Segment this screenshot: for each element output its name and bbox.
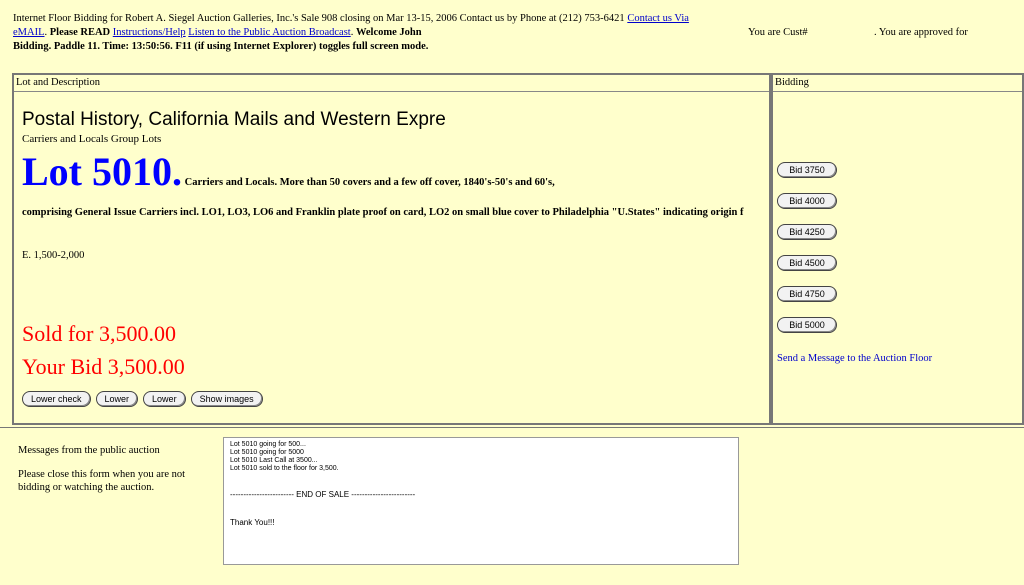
bid-button[interactable]: Bid 3750 bbox=[777, 162, 837, 178]
messages-heading: Messages from the public auction bbox=[18, 445, 160, 456]
messages-panel-label: Messages from the public auction Please … bbox=[18, 444, 208, 494]
close-form-note: Please close this form when you are not … bbox=[18, 469, 186, 493]
bid-button[interactable]: Bid 5000 bbox=[777, 317, 837, 333]
lot-estimate: E. 1,500-2,000 bbox=[22, 250, 85, 261]
lot-button-row: Lower check Lower Lower Show images bbox=[22, 391, 263, 407]
auction-messages-box[interactable]: Lot 5010 going for 500... Lot 5010 going… bbox=[223, 437, 739, 565]
message-line: Lot 5010 sold to the floor for 3,500. bbox=[230, 465, 339, 472]
message-line: Lot 5010 going for 500... bbox=[230, 441, 306, 448]
lower-check-button[interactable]: Lower check bbox=[22, 391, 91, 407]
lot-subtitle: Carriers and Locals Group Lots bbox=[22, 133, 162, 145]
message-line: Lot 5010 Last Call at 3500... bbox=[230, 457, 318, 464]
bid-button[interactable]: Bid 4000 bbox=[777, 193, 837, 209]
bid-button[interactable]: Bid 4750 bbox=[777, 286, 837, 302]
contact-via-link[interactable]: Contact us Via bbox=[627, 13, 689, 24]
message-line: Lot 5010 going for 5000 bbox=[230, 449, 304, 456]
lower-button-2[interactable]: Lower bbox=[143, 391, 186, 407]
send-message-link[interactable]: Send a Message to the Auction Floor bbox=[777, 353, 932, 364]
divider bbox=[0, 427, 1024, 428]
show-images-button[interactable]: Show images bbox=[190, 391, 263, 407]
customer-number: You are Cust# bbox=[748, 27, 808, 38]
lot-description: comprising General Issue Carriers incl. … bbox=[22, 206, 762, 220]
header-sale-info: Internet Floor Bidding for Robert A. Sie… bbox=[13, 13, 625, 24]
your-bid: Your Bid 3,500.00 bbox=[22, 354, 185, 379]
welcome-text: Welcome John bbox=[355, 27, 422, 38]
bid-button-list: Bid 3750 Bid 4000 Bid 4250 Bid 4500 Bid … bbox=[777, 162, 837, 348]
listen-broadcast-link[interactable]: Listen to the Public Auction Broadcast bbox=[188, 27, 350, 38]
lot-header: Lot 5010. Carriers and Locals. More than… bbox=[22, 152, 762, 192]
bidding-frame: Bidding Bid 3750 Bid 4000 Bid 4250 Bid 4… bbox=[773, 73, 1024, 425]
bid-button[interactable]: Bid 4500 bbox=[777, 255, 837, 271]
lower-button[interactable]: Lower bbox=[95, 391, 139, 407]
divider bbox=[773, 91, 1022, 92]
sold-price: Sold for 3,500.00 bbox=[22, 321, 176, 346]
email-link[interactable]: eMAIL bbox=[13, 27, 45, 38]
instructions-link[interactable]: Instructions/Help bbox=[113, 27, 186, 38]
end-of-sale-line: ------------------------ END OF SALE ---… bbox=[230, 490, 416, 499]
bidding-column-header: Bidding bbox=[775, 77, 809, 88]
please-read-label: Please READ bbox=[49, 27, 111, 38]
lot-frame: Lot and Description Postal History, Cali… bbox=[12, 73, 773, 425]
lot-description-rest: comprising General Issue Carriers incl. … bbox=[22, 207, 744, 218]
thank-you-line: Thank You!!! bbox=[230, 518, 275, 527]
bid-button[interactable]: Bid 4250 bbox=[777, 224, 837, 240]
category-title: Postal History, California Mails and Wes… bbox=[22, 109, 446, 130]
lot-description-start: Carriers and Locals. More than 50 covers… bbox=[184, 177, 555, 188]
lot-column-header: Lot and Description bbox=[16, 77, 100, 88]
lot-number: Lot 5010. bbox=[22, 149, 182, 194]
approval-status: . You are approved for bbox=[874, 27, 968, 38]
header: Internet Floor Bidding for Robert A. Sie… bbox=[13, 13, 968, 52]
paddle-time-info: Bidding. Paddle 11. Time: 13:50:56. F11 … bbox=[13, 41, 429, 52]
divider bbox=[14, 91, 769, 92]
